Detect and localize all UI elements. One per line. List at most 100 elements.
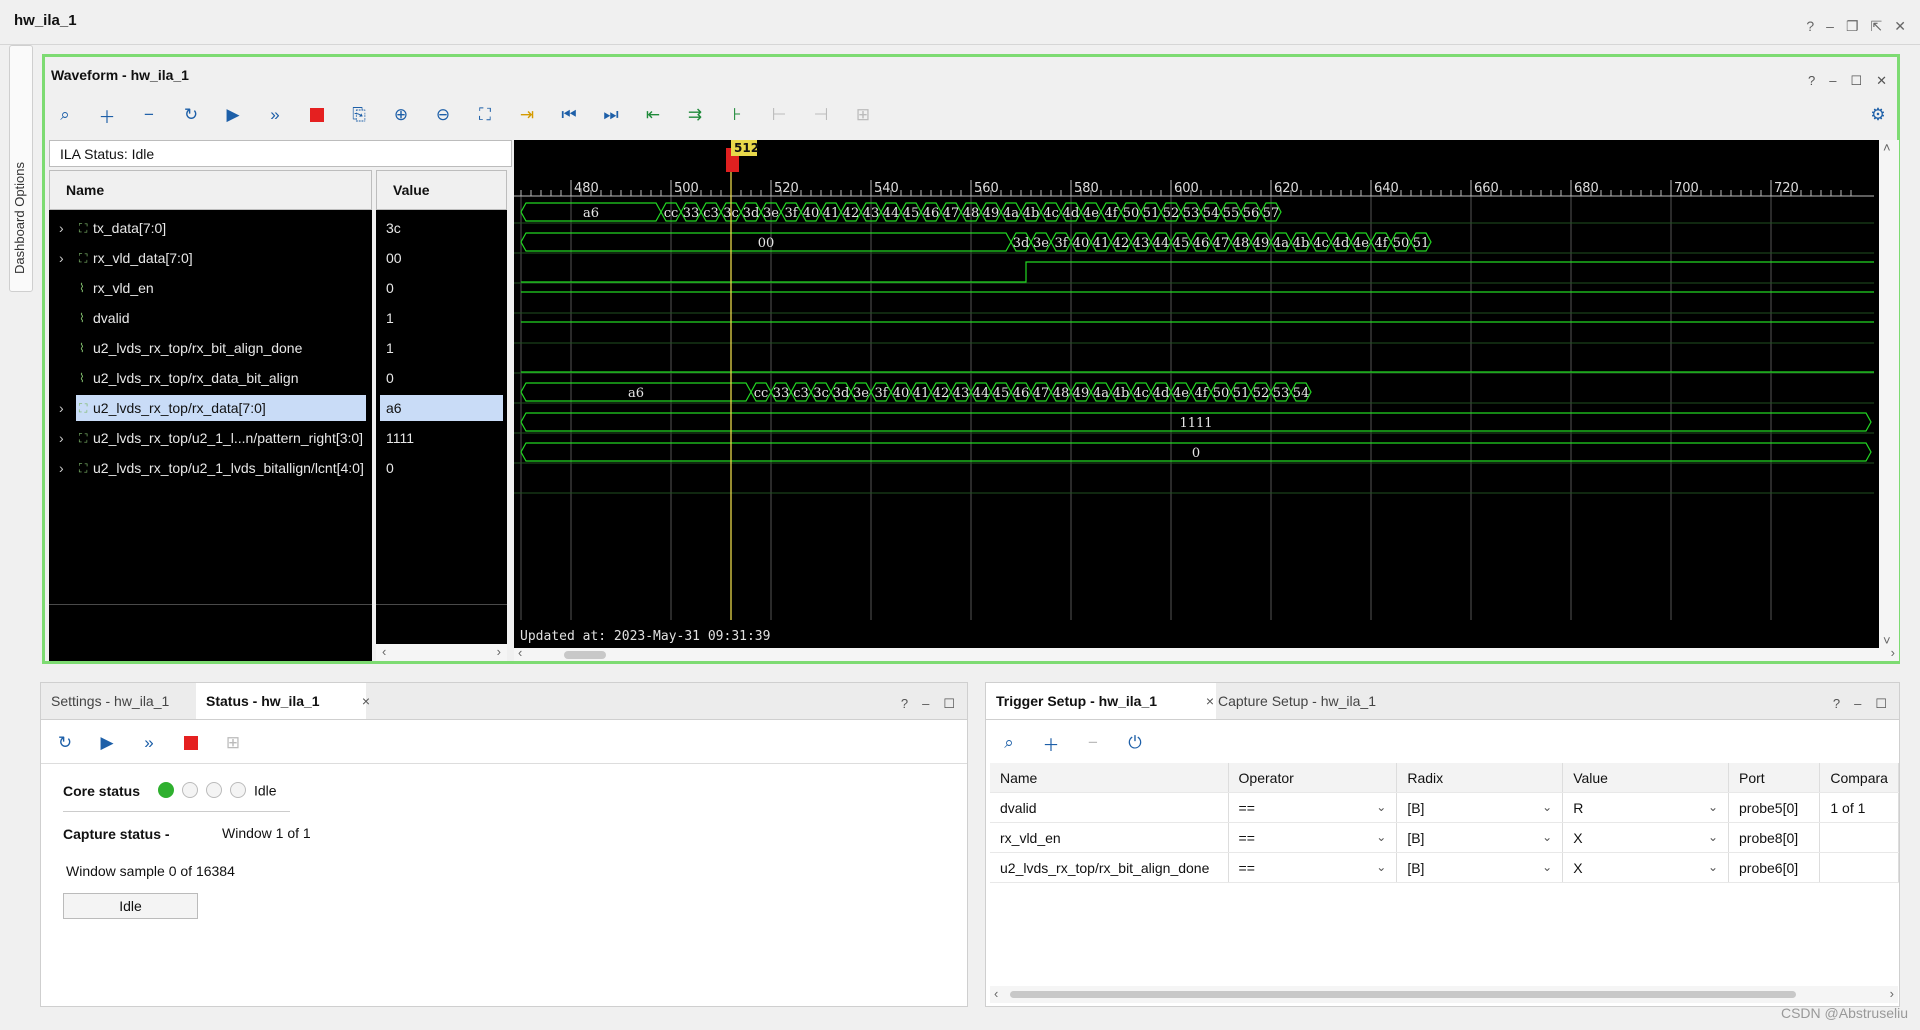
- scroll-thumb[interactable]: [564, 651, 606, 659]
- chevron-down-icon[interactable]: ⌄: [1376, 830, 1386, 844]
- operator-select[interactable]: == ⌄: [1228, 852, 1398, 883]
- signal-row[interactable]: ⌇ u2_lvds_rx_top/rx_data_bit_align: [49, 365, 372, 391]
- tab-settings[interactable]: Settings - hw_ila_1: [41, 683, 179, 719]
- radix-select[interactable]: [B] ⌄: [1396, 792, 1564, 823]
- expand-chevron-icon[interactable]: ›: [59, 455, 64, 481]
- signal-row[interactable]: › ⛶ u2_lvds_rx_top/rx_data[7:0]: [59, 395, 366, 421]
- expand-chevron-icon[interactable]: ›: [59, 425, 64, 451]
- restore-icon[interactable]: ❐: [1846, 18, 1859, 35]
- tab-status[interactable]: Status - hw_ila_1 ×: [196, 683, 370, 719]
- minimize-icon[interactable]: –: [1826, 18, 1834, 35]
- chevron-down-icon[interactable]: ⌄: [1376, 800, 1386, 814]
- zoom-in-icon[interactable]: ⊕: [386, 100, 416, 130]
- column-header[interactable]: Name: [990, 763, 1229, 793]
- minimize-icon[interactable]: –: [922, 696, 929, 712]
- column-header[interactable]: Port: [1728, 763, 1821, 793]
- go-to-cursor-icon[interactable]: ⇥: [512, 100, 542, 130]
- minimize-icon[interactable]: –: [1829, 73, 1836, 89]
- chevron-down-icon[interactable]: ⌄: [1542, 860, 1552, 874]
- zoom-fit-icon[interactable]: ⛶: [470, 100, 500, 130]
- search-icon[interactable]: ⌕: [50, 100, 80, 130]
- signal-row[interactable]: › ⛶ tx_data[7:0]: [49, 215, 372, 241]
- trigger-row[interactable]: rx_vld_en == ⌄ [B] ⌄ X ⌄ probe8[0]: [990, 822, 1899, 853]
- chevron-down-icon[interactable]: ⌄: [1542, 800, 1552, 814]
- value-select[interactable]: X ⌄: [1562, 822, 1729, 853]
- signal-row[interactable]: ⌇ dvalid: [49, 305, 372, 331]
- stop-icon[interactable]: [176, 728, 206, 758]
- expand-chevron-icon[interactable]: ›: [59, 245, 64, 271]
- value-select[interactable]: R ⌄: [1562, 792, 1729, 823]
- close-icon[interactable]: ✕: [1876, 73, 1887, 89]
- add-probe-icon[interactable]: ＋: [1036, 728, 1066, 758]
- core-status-indicators: Idle: [158, 781, 277, 799]
- waveform-canvas[interactable]: 480 500 520 540 560 580 600 620 640 660 680 700 720 …: [514, 140, 1879, 648]
- help-icon[interactable]: ?: [1833, 696, 1840, 712]
- maximize-icon[interactable]: ☐: [943, 696, 955, 712]
- name-column-header[interactable]: Name: [49, 170, 372, 210]
- close-icon[interactable]: ✕: [1894, 18, 1906, 35]
- radix-select[interactable]: [B] ⌄: [1396, 822, 1564, 853]
- close-tab-icon[interactable]: ×: [362, 683, 370, 719]
- value-column-header[interactable]: Value: [376, 170, 507, 210]
- next-transition-icon[interactable]: ⇉: [680, 100, 710, 130]
- values-hscrollbar[interactable]: ‹ ›: [376, 644, 507, 661]
- tab-trigger-setup[interactable]: Trigger Setup - hw_ila_1 ×: [986, 683, 1216, 719]
- dashboard-options-tab[interactable]: Dashboard Options: [9, 45, 33, 292]
- float-icon[interactable]: ⇱: [1871, 18, 1883, 35]
- trigger-condition-icon[interactable]: ⏻: [1120, 728, 1150, 758]
- trigger-hscrollbar[interactable]: ‹ ›: [990, 986, 1898, 1003]
- add-marker-icon[interactable]: ⊦: [722, 100, 752, 130]
- expand-chevron-icon[interactable]: ›: [59, 215, 64, 241]
- signal-row[interactable]: ⌇ u2_lvds_rx_top/rx_bit_align_done: [49, 335, 372, 361]
- column-header[interactable]: Radix: [1396, 763, 1564, 793]
- run-immediate-icon[interactable]: »: [134, 728, 164, 758]
- go-to-start-icon[interactable]: ⏮: [554, 100, 584, 130]
- chevron-down-icon[interactable]: ⌄: [1376, 860, 1386, 874]
- signal-row[interactable]: › ⛶ rx_vld_data[7:0]: [49, 245, 372, 271]
- operator-select[interactable]: == ⌄: [1228, 822, 1398, 853]
- idle-status-button[interactable]: Idle: [63, 893, 198, 919]
- status-led-1: [158, 782, 174, 799]
- trigger-row[interactable]: dvalid == ⌄ [B] ⌄ R ⌄ probe5[0] 1 of 1: [990, 792, 1899, 823]
- run-immediate-icon[interactable]: »: [260, 100, 290, 130]
- tab-capture-setup[interactable]: Capture Setup - hw_ila_1: [1208, 683, 1386, 719]
- maximize-icon[interactable]: ☐: [1875, 696, 1887, 712]
- trigger-row[interactable]: u2_lvds_rx_top/rx_bit_align_done == ⌄ [B] ⌄ X…: [990, 852, 1899, 883]
- column-header[interactable]: Compara: [1819, 763, 1899, 793]
- signal-row[interactable]: ⌇ rx_vld_en: [49, 275, 372, 301]
- chevron-down-icon[interactable]: ⌄: [1708, 860, 1718, 874]
- search-icon[interactable]: ⌕: [994, 728, 1024, 758]
- scroll-thumb[interactable]: [1010, 991, 1796, 998]
- chevron-down-icon[interactable]: ⌄: [1542, 830, 1552, 844]
- previous-transition-icon[interactable]: ⇤: [638, 100, 668, 130]
- auto-retrigger-icon[interactable]: ↻: [50, 728, 80, 758]
- zoom-out-icon[interactable]: ⊖: [428, 100, 458, 130]
- help-icon[interactable]: ?: [1808, 73, 1815, 89]
- radix-select[interactable]: [B] ⌄: [1396, 852, 1564, 883]
- remove-icon[interactable]: −: [134, 100, 164, 130]
- column-header[interactable]: Value: [1562, 763, 1729, 793]
- help-icon[interactable]: ?: [901, 696, 908, 712]
- go-to-end-icon[interactable]: ⏭: [596, 100, 626, 130]
- column-header[interactable]: Operator: [1228, 763, 1398, 793]
- chevron-down-icon[interactable]: ⌄: [1708, 800, 1718, 814]
- stop-icon[interactable]: [302, 100, 332, 130]
- waveform-hscrollbar[interactable]: ‹ ›: [514, 645, 1899, 661]
- value-select[interactable]: X ⌄: [1562, 852, 1729, 883]
- help-icon[interactable]: ?: [1806, 18, 1814, 35]
- chevron-down-icon[interactable]: ⌄: [1708, 830, 1718, 844]
- waveform-vscrollbar[interactable]: ˄ ˅: [1879, 140, 1899, 648]
- run-trigger-icon[interactable]: ▶: [218, 100, 248, 130]
- signal-row[interactable]: › ⛶ u2_lvds_rx_top/u2_1_lvds_bitallign/lcn…: [49, 455, 372, 481]
- export-icon[interactable]: ⎘: [344, 100, 374, 130]
- settings-gear-icon[interactable]: ⚙: [1863, 100, 1893, 130]
- signal-row[interactable]: › ⛶ u2_lvds_rx_top/u2_1_l...n/pattern_righ…: [49, 425, 372, 451]
- expand-chevron-icon[interactable]: ›: [59, 395, 64, 421]
- auto-retrigger-icon[interactable]: ↻: [176, 100, 206, 130]
- minimize-icon[interactable]: –: [1854, 696, 1861, 712]
- operator-select[interactable]: == ⌄: [1228, 792, 1398, 823]
- maximize-icon[interactable]: ☐: [1850, 73, 1862, 89]
- bus-value-label: c3: [703, 206, 719, 221]
- run-trigger-icon[interactable]: ▶: [92, 728, 122, 758]
- add-icon[interactable]: ＋: [92, 100, 122, 130]
